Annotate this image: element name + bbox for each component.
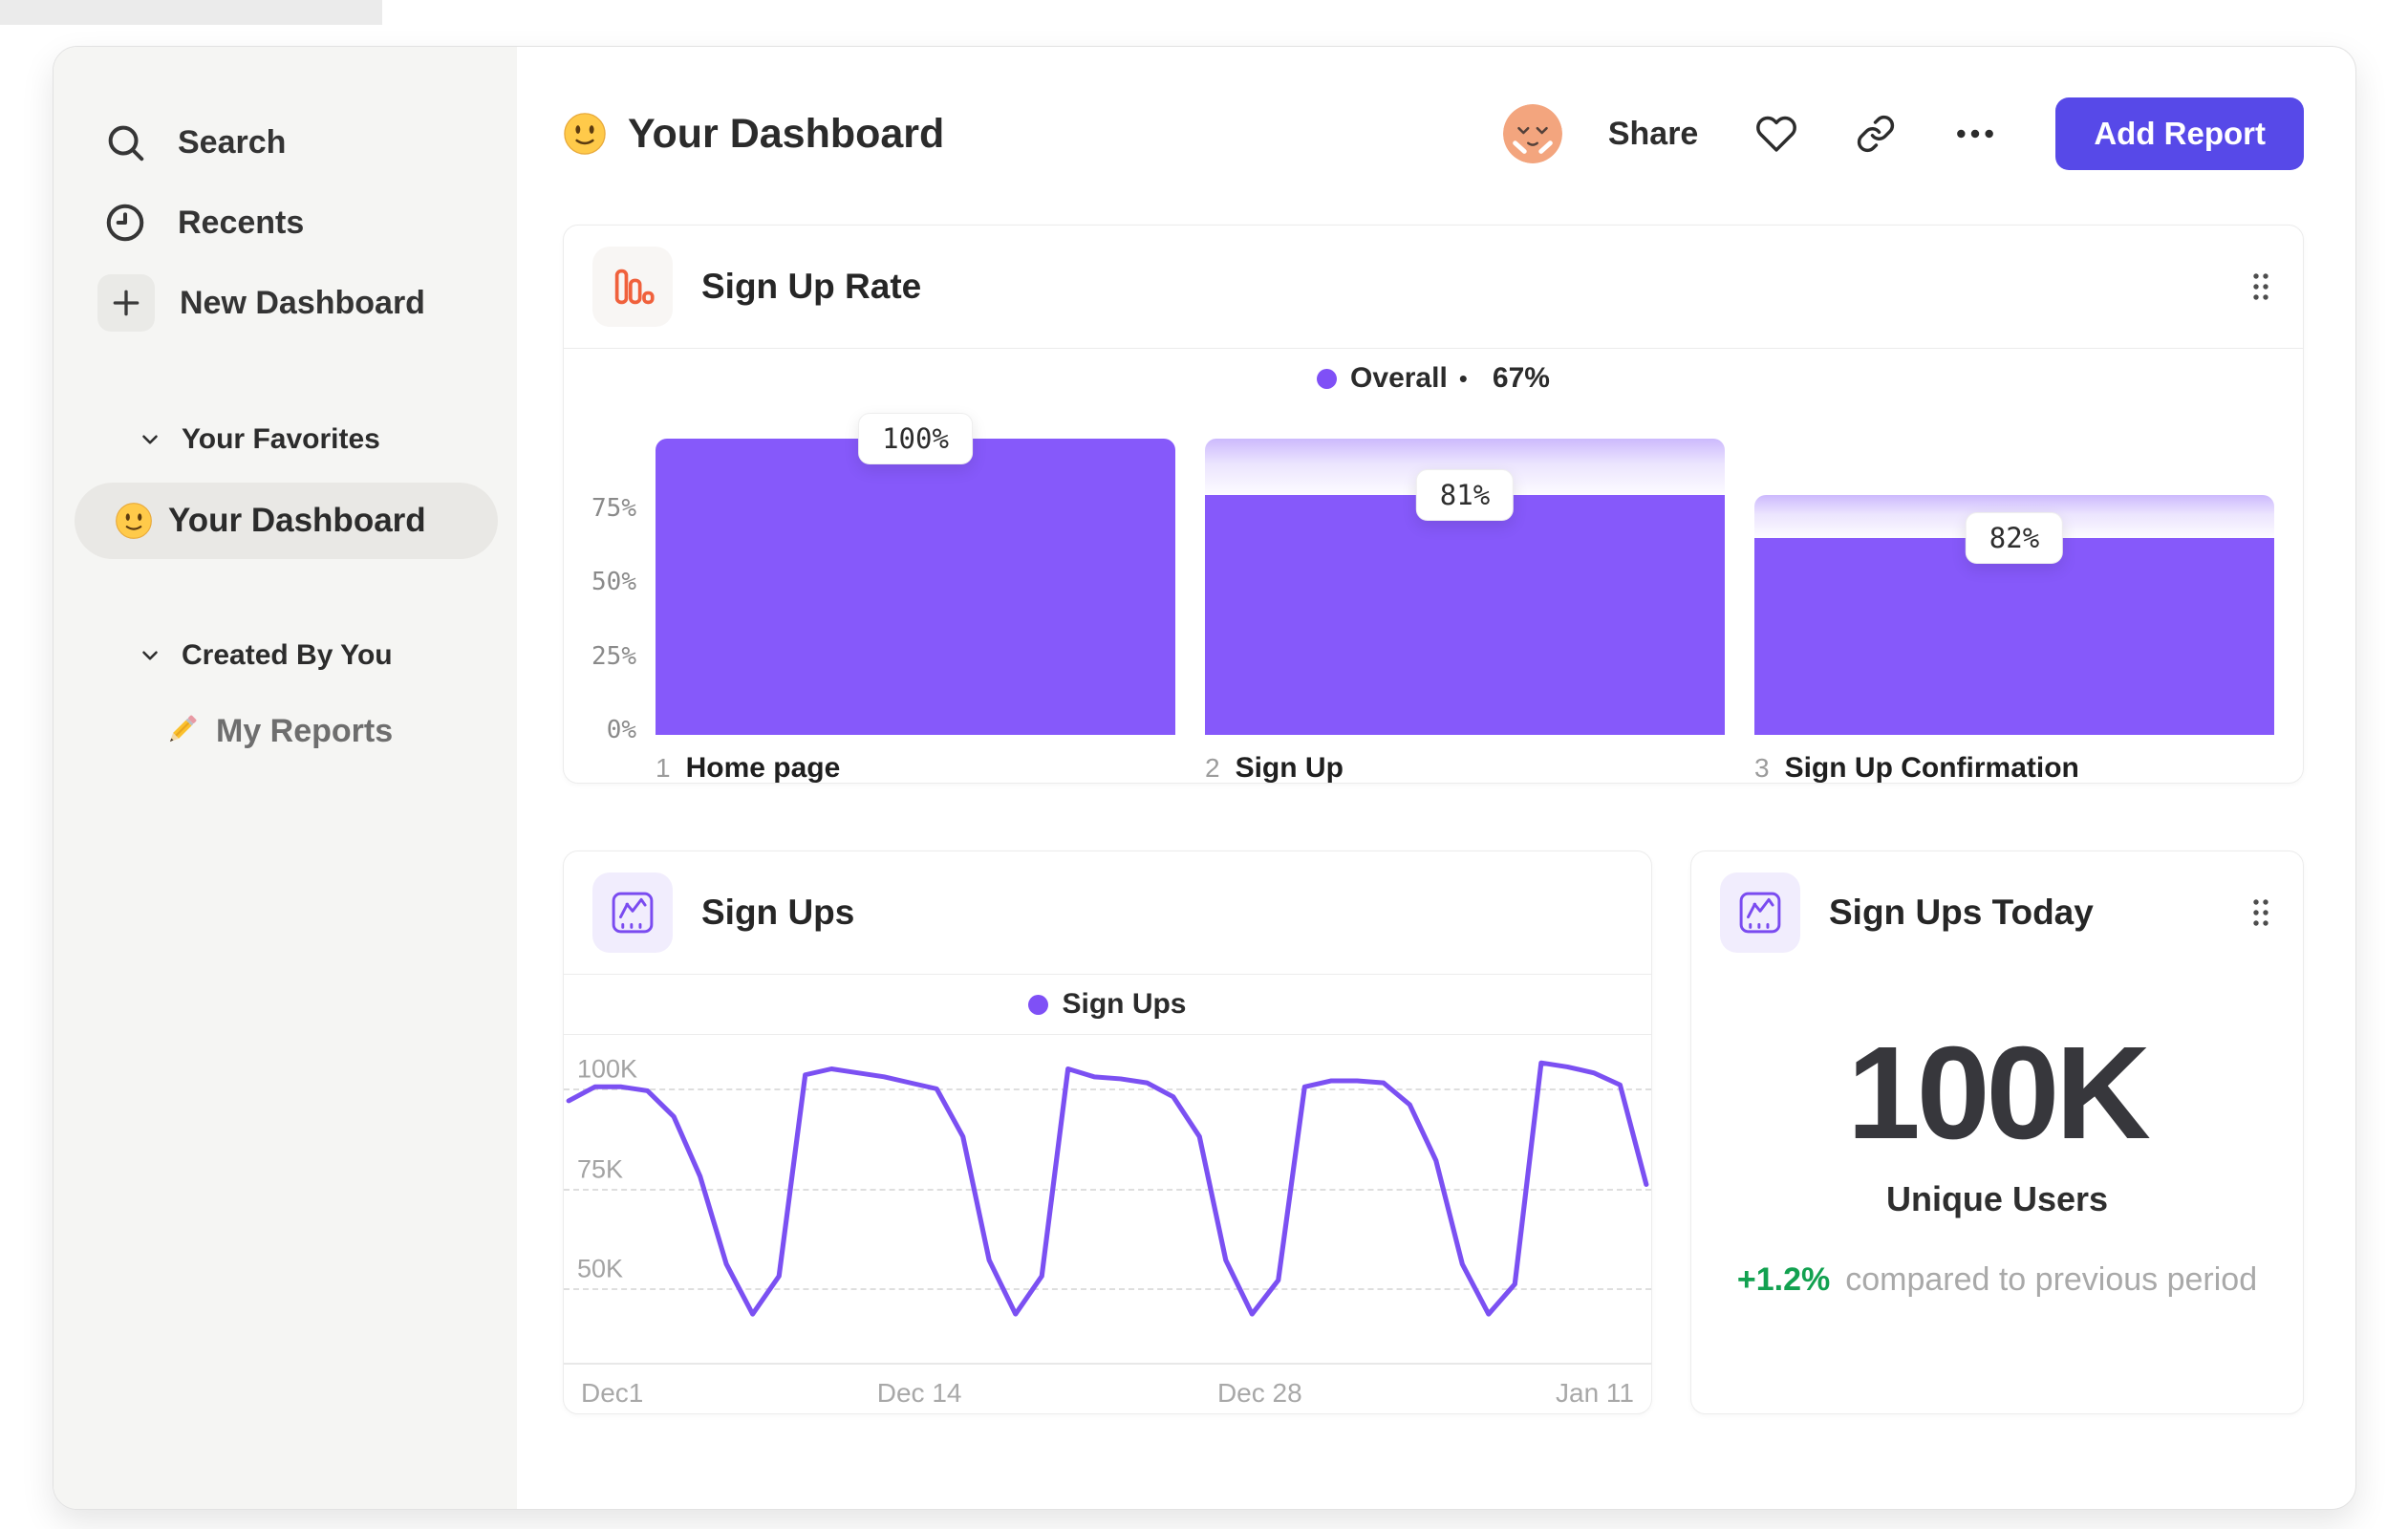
more-options-button[interactable] xyxy=(1954,113,1996,155)
legend-label: Overall xyxy=(1350,362,1448,394)
step-name: Sign Up Confirmation xyxy=(1784,752,2079,784)
share-button[interactable]: Share xyxy=(1608,116,1699,153)
funnel-bar[interactable] xyxy=(656,439,1175,735)
sidebar-item-label: My Reports xyxy=(216,712,394,749)
step-number: 2 xyxy=(1205,753,1220,783)
legend-value: 67% xyxy=(1492,362,1550,394)
section-header-label: Your Favorites xyxy=(182,423,380,455)
favorite-heart-button[interactable] xyxy=(1755,113,1797,155)
plus-icon xyxy=(97,274,155,332)
sidebar-item-label: New Dashboard xyxy=(180,284,425,321)
drag-handle-icon[interactable] xyxy=(2247,269,2274,304)
step-name: Home page xyxy=(685,752,841,784)
x-tick-label: Dec1 xyxy=(581,1378,644,1408)
card-title: Sign Up Rate xyxy=(701,267,922,306)
sidebar-item-recents[interactable]: Recents xyxy=(54,183,517,263)
search-icon xyxy=(97,115,153,170)
funnel-y-axis: 75% 50% 25% 0% xyxy=(564,414,656,745)
funnel-step-sign-up[interactable]: 81% xyxy=(1205,414,1725,735)
x-tick-label: Jan 11 xyxy=(1556,1378,1634,1408)
step-label: 2 Sign Up xyxy=(1205,752,1725,785)
conversion-badge: 82% xyxy=(1965,512,2064,565)
smiley-emoji-icon xyxy=(563,112,607,156)
step-label: 3 Sign Up Confirmation xyxy=(1754,752,2274,785)
line-chart-plot[interactable]: 100K 75K 50K xyxy=(564,1035,1651,1365)
sidebar-item-search[interactable]: Search xyxy=(54,102,517,183)
legend-separator: • xyxy=(1458,363,1468,393)
line-chart-x-axis: Dec1 Dec 14 Dec 28 Jan 11 xyxy=(564,1365,1651,1412)
pencil-emoji-icon xyxy=(161,711,201,751)
sign-ups-today-card: Sign Ups Today 100K Unique Users +1.2% c… xyxy=(1690,851,2304,1414)
card-header: Sign Up Rate xyxy=(564,226,2303,348)
funnel-step-labels: 1 Home page 2 Sign Up 3 Sign Up Confirma… xyxy=(564,735,2303,785)
sidebar-section-created-by-you[interactable]: Created By You xyxy=(54,634,517,678)
add-report-button[interactable]: Add Report xyxy=(2055,97,2304,170)
card-header: Sign Ups xyxy=(564,851,1651,974)
line-chart-icon xyxy=(1720,872,1800,953)
step-name: Sign Up xyxy=(1235,752,1344,784)
card-title: Sign Ups xyxy=(701,893,855,932)
line-legend: Sign Ups xyxy=(564,975,1651,1034)
legend-dot xyxy=(1317,368,1338,389)
sidebar-item-new-dashboard[interactable]: New Dashboard xyxy=(54,263,517,343)
funnel-bars: 100% 81% 82% xyxy=(656,413,2274,735)
sidebar-item-label: Recents xyxy=(178,204,305,241)
funnel-legend: Overall • 67% xyxy=(564,349,2303,408)
smiley-emoji-icon xyxy=(115,502,153,540)
metric-caption: Unique Users xyxy=(1885,1179,2109,1218)
drag-handle-icon[interactable] xyxy=(2247,895,2274,930)
sidebar-section-your-favorites[interactable]: Your Favorites xyxy=(54,418,517,462)
sidebar-item-your-dashboard[interactable]: Your Dashboard xyxy=(75,483,498,559)
funnel-step-sign-up-confirmation[interactable]: 82% xyxy=(1754,414,2274,735)
avatar[interactable] xyxy=(1502,104,1562,163)
step-label: 1 Home page xyxy=(656,752,1175,785)
metric-value: 100K xyxy=(1847,1020,2151,1167)
background-window-strip xyxy=(0,0,382,25)
step-number: 1 xyxy=(656,753,671,783)
sidebar-item-label: Your Dashboard xyxy=(168,502,426,539)
chevron-down-icon xyxy=(138,427,162,452)
sign-up-rate-card: Sign Up Rate Overall • 67% 75% 50% 25% 0… xyxy=(563,225,2304,784)
clock-icon xyxy=(97,195,153,250)
funnel-bar[interactable] xyxy=(1754,538,2274,735)
sidebar: Search Recents New Dashboard Your Favori… xyxy=(54,47,517,1509)
x-tick-label: Dec 28 xyxy=(1216,1378,1302,1408)
copy-link-button[interactable] xyxy=(1855,113,1897,155)
main-content: Your Dashboard Share Add Report Sign Up … xyxy=(517,47,2355,1509)
x-tick-label: Dec 14 xyxy=(876,1378,962,1408)
card-title: Sign Ups Today xyxy=(1829,893,2094,932)
chevron-down-icon xyxy=(138,643,162,668)
step-number: 3 xyxy=(1754,753,1770,783)
y-tick-label: 75% xyxy=(591,493,636,523)
metric-delta-row: +1.2% compared to previous period xyxy=(1691,1261,2303,1299)
delta-value: +1.2% xyxy=(1736,1261,1831,1298)
conversion-badge: 81% xyxy=(1415,468,1515,521)
section-header-label: Created By You xyxy=(182,639,393,671)
sidebar-item-my-reports[interactable]: My Reports xyxy=(54,702,517,760)
funnel-chart: 75% 50% 25% 0% 100% 81% 82% xyxy=(564,408,2303,745)
sign-ups-card: Sign Ups Sign Ups 100K 75K 50K Dec1 Dec … xyxy=(563,851,1652,1414)
funnel-step-home-page[interactable]: 100% xyxy=(656,413,1175,735)
funnel-bar[interactable] xyxy=(1205,494,1725,735)
y-tick-label: 25% xyxy=(591,641,636,671)
page-title: Your Dashboard xyxy=(628,110,945,157)
conversion-badge: 100% xyxy=(858,413,973,464)
y-tick-label: 50% xyxy=(591,568,636,596)
card-header: Sign Ups Today xyxy=(1691,851,2303,974)
delta-caption: compared to previous period xyxy=(1845,1261,2258,1298)
app-window: Search Recents New Dashboard Your Favori… xyxy=(53,46,2356,1510)
legend-label: Sign Ups xyxy=(1062,988,1187,1020)
page-header: Your Dashboard Share Add Report xyxy=(563,95,2304,173)
legend-dot xyxy=(1028,994,1049,1015)
y-tick-label: 0% xyxy=(606,716,636,744)
funnel-chart-icon xyxy=(592,247,673,327)
sidebar-item-label: Search xyxy=(178,123,287,161)
line-chart-icon xyxy=(592,872,673,953)
